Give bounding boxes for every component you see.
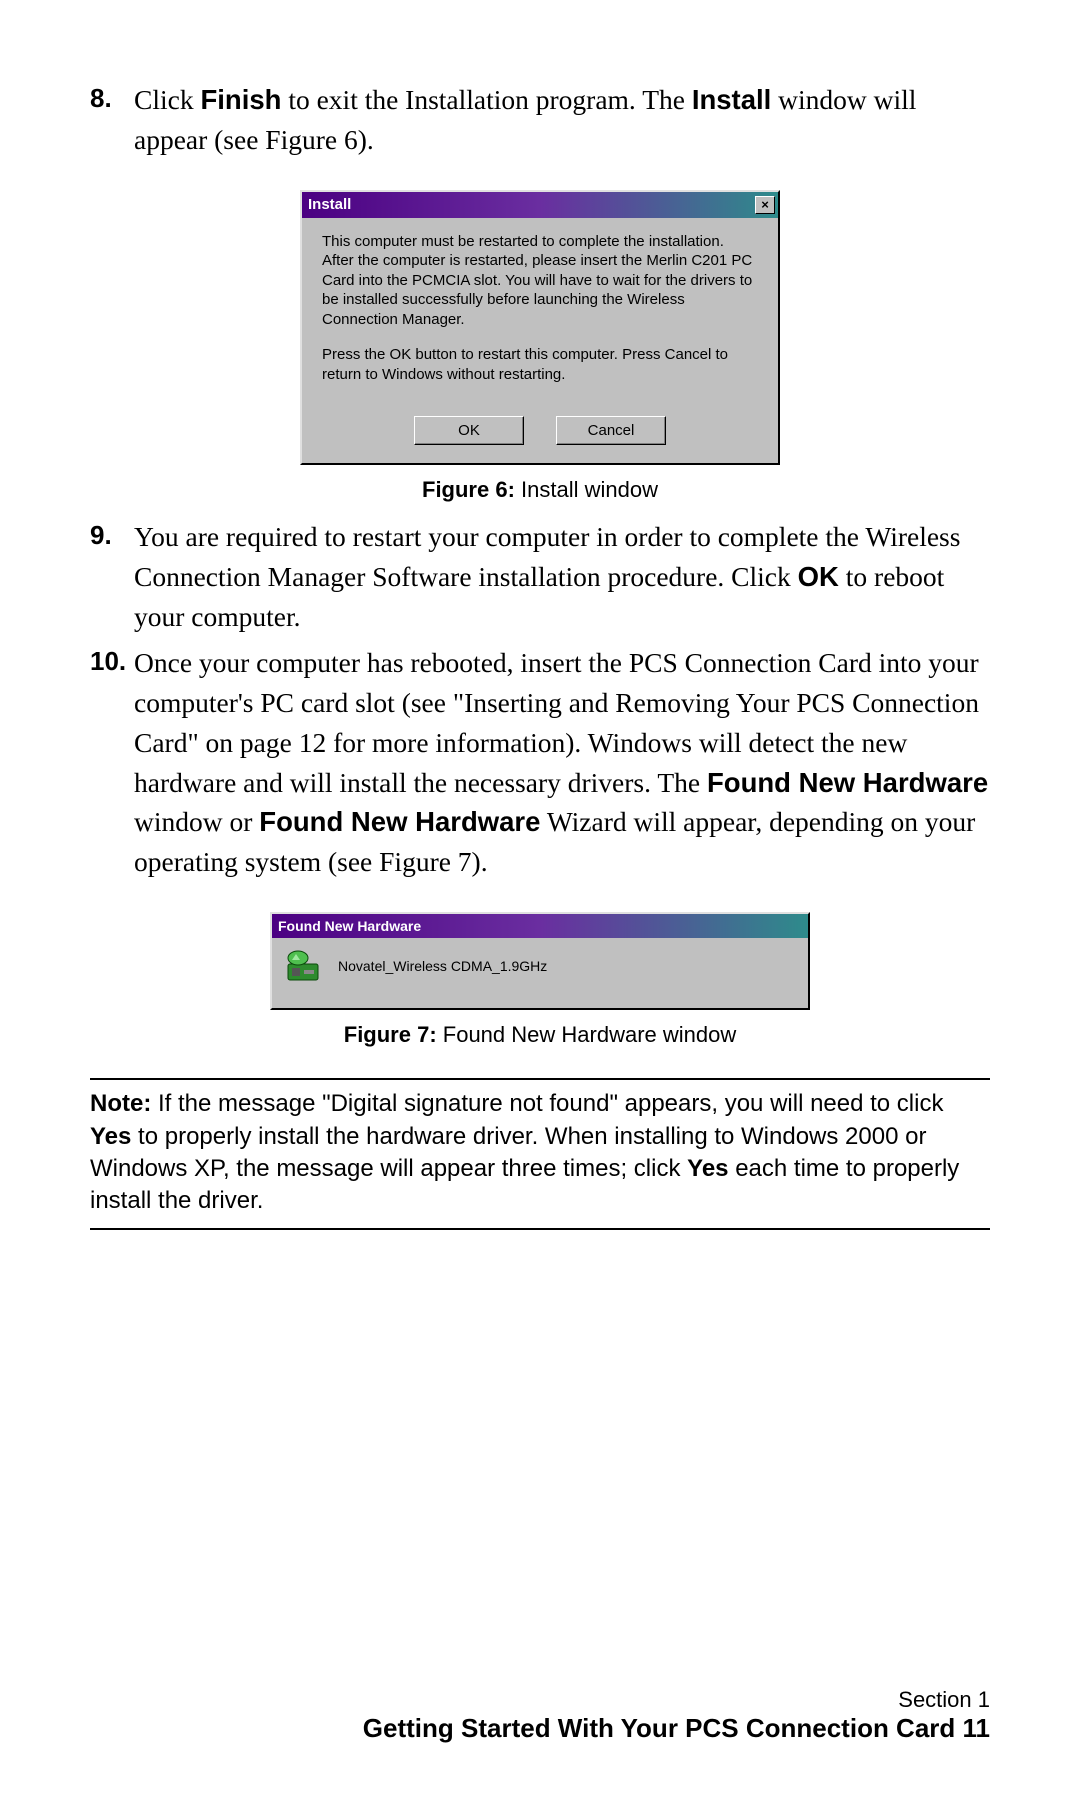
bold: OK <box>798 561 839 592</box>
bold: Found New Hardware <box>707 767 988 798</box>
caption-text: Found New Hardware window <box>437 1022 737 1047</box>
bold: Yes <box>687 1155 728 1182</box>
page-footer: Section 1 Getting Started With Your PCS … <box>363 1687 990 1744</box>
figure-6: Install × This computer must be restarte… <box>90 190 990 504</box>
bold: Found New Hardware <box>259 806 540 837</box>
caption-label: Figure 7: <box>344 1022 437 1047</box>
step-number: 8. <box>90 80 134 160</box>
step-number: 9. <box>90 517 134 637</box>
found-new-hardware-dialog: Found New Hardware Novatel_Wireless CDMA… <box>270 912 810 1010</box>
step-10: 10. Once your computer has rebooted, ins… <box>90 643 990 882</box>
hardware-icon <box>284 948 324 984</box>
step-8: 8. Click Finish to exit the Installation… <box>90 80 990 160</box>
step-text: You are required to restart your compute… <box>134 517 990 637</box>
text: to exit the Installation program. The <box>281 84 691 115</box>
dialog-button-row: OK Cancel <box>302 408 778 463</box>
bold: Install <box>692 84 771 115</box>
bold: Finish <box>200 84 281 115</box>
dialog-title: Install <box>308 196 351 213</box>
dialog-body: Novatel_Wireless CDMA_1.9GHz <box>272 938 808 1008</box>
cancel-button[interactable]: Cancel <box>556 416 666 445</box>
footer-title: Getting Started With Your PCS Connection… <box>363 1713 990 1744</box>
text: Click <box>134 84 200 115</box>
dialog-paragraph: Press the OK button to restart this comp… <box>322 345 758 384</box>
step-text: Once your computer has rebooted, insert … <box>134 643 990 882</box>
caption-text: Install window <box>515 477 658 502</box>
dialog-titlebar: Found New Hardware <box>272 914 808 938</box>
device-name: Novatel_Wireless CDMA_1.9GHz <box>338 958 547 974</box>
caption-label: Figure 6: <box>422 477 515 502</box>
install-dialog: Install × This computer must be restarte… <box>300 190 780 466</box>
dialog-titlebar: Install × <box>302 192 778 218</box>
note-label: Note: <box>90 1090 151 1117</box>
figure-7: Found New Hardware Novatel_Wireless CDMA… <box>90 912 990 1048</box>
figure-caption: Figure 6: Install window <box>90 477 990 503</box>
step-9: 9. You are required to restart your comp… <box>90 517 990 637</box>
step-text: Click Finish to exit the Installation pr… <box>134 80 990 160</box>
text: If the message "Digital signature not fo… <box>151 1090 943 1117</box>
text: window or <box>134 806 259 837</box>
dialog-title: Found New Hardware <box>278 918 421 934</box>
bold: Yes <box>90 1123 131 1150</box>
step-number: 10. <box>90 643 134 882</box>
section-label: Section 1 <box>363 1687 990 1713</box>
figure-caption: Figure 7: Found New Hardware window <box>90 1022 990 1048</box>
dialog-body: This computer must be restarted to compl… <box>302 218 778 409</box>
note-box: Note: If the message "Digital signature … <box>90 1078 990 1230</box>
close-icon[interactable]: × <box>755 196 775 214</box>
dialog-paragraph: This computer must be restarted to compl… <box>322 232 758 330</box>
ok-button[interactable]: OK <box>414 416 524 445</box>
